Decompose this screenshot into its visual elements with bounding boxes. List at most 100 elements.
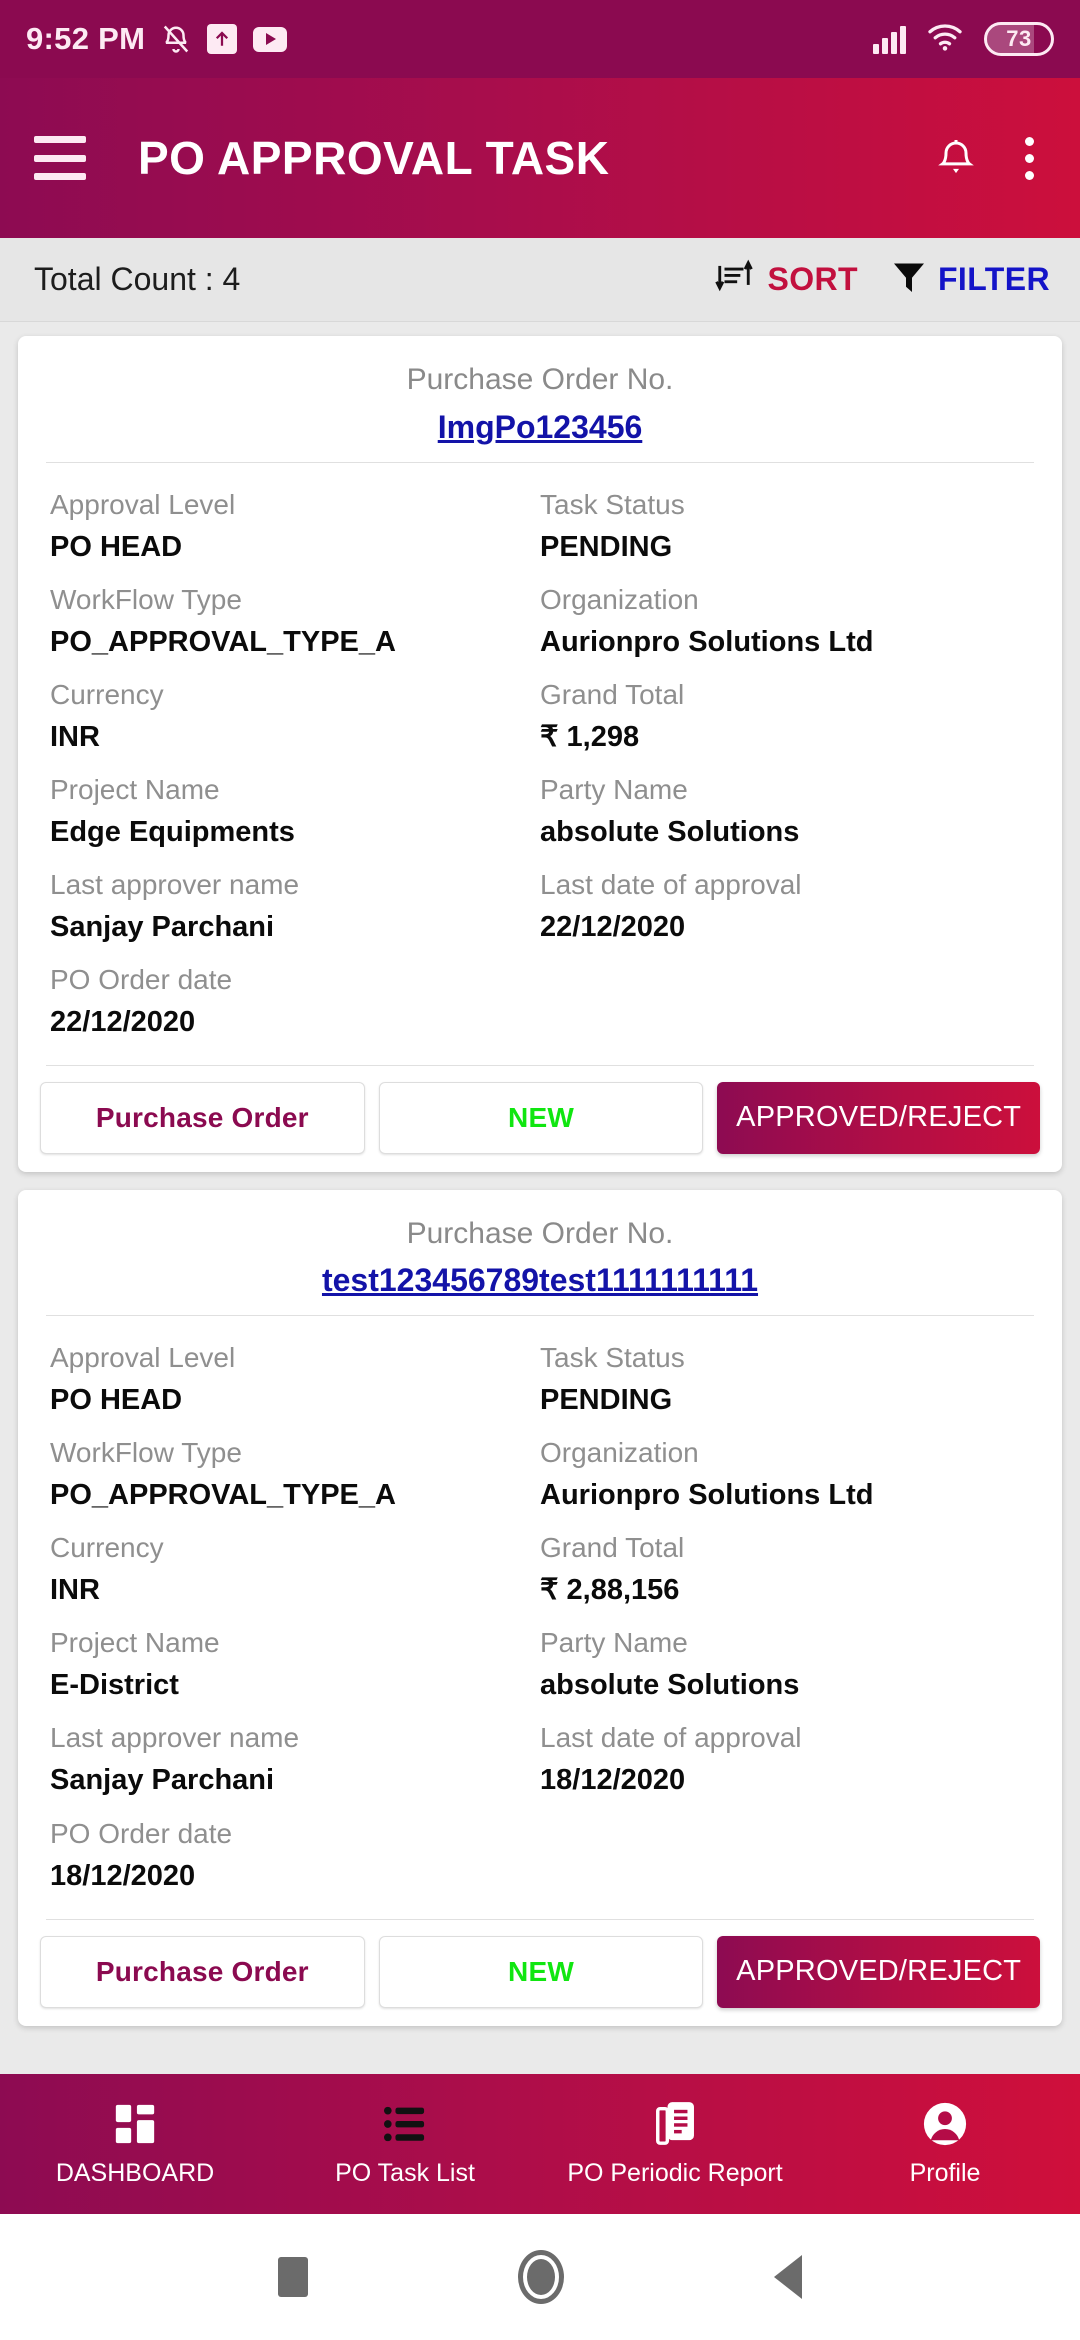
- field-value: PO HEAD: [50, 530, 183, 563]
- field-label: Project Name: [50, 1627, 220, 1659]
- field-label: Approval Level: [50, 1342, 236, 1374]
- battery-level-text: 73: [1006, 26, 1032, 51]
- field-currency: Currency INR: [50, 1520, 540, 1615]
- field-project-name: Project Name Edge Equipments: [50, 762, 540, 857]
- field-value: absolute Solutions: [540, 815, 800, 848]
- field-value: PO_APPROVAL_TYPE_A: [50, 625, 396, 658]
- po-task-card[interactable]: Purchase Order No. test123456789test1111…: [18, 1189, 1062, 2026]
- field-workflow-type: WorkFlow Type PO_APPROVAL_TYPE_A: [50, 572, 540, 667]
- field-label: Currency: [50, 678, 164, 710]
- field-currency: Currency INR: [50, 667, 540, 762]
- field-party-name: Party Name absolute Solutions: [540, 1615, 1030, 1710]
- field-row: Last approver name Sanjay Parchani Last …: [50, 857, 1030, 952]
- field-last-approver: Last approver name Sanjay Parchani: [50, 857, 540, 952]
- field-label: PO Order date: [50, 1817, 233, 1849]
- po-number-link[interactable]: test123456789test1111111111: [322, 1262, 758, 1299]
- upload-icon: [207, 24, 238, 54]
- field-value: E-District: [50, 1669, 179, 1702]
- field-value: PENDING: [540, 530, 673, 563]
- list-controls: SORT FILTER: [713, 258, 1050, 301]
- field-value: absolute Solutions: [540, 1669, 800, 1702]
- field-task-status: Task Status PENDING: [540, 477, 1030, 572]
- field-label: Organization: [540, 1437, 699, 1469]
- filter-button[interactable]: FILTER: [892, 259, 1050, 300]
- card-header: Purchase Order No. ImgPo123456: [18, 354, 1062, 462]
- field-label: Last date of approval: [540, 868, 802, 900]
- sort-icon: [713, 258, 755, 301]
- field-value: PENDING: [540, 1384, 673, 1417]
- total-count-label: Total Count : 4: [34, 261, 241, 297]
- mute-icon: [161, 23, 191, 55]
- field-label: Grand Total: [540, 678, 685, 710]
- status-bar: 9:52 PM 73: [0, 0, 1080, 78]
- nav-item-profile[interactable]: Profile: [810, 2101, 1080, 2188]
- nav-item-dashboard[interactable]: DASHBOARD: [0, 2101, 270, 2188]
- field-label: Last date of approval: [540, 1722, 802, 1754]
- field-label: Last approver name: [50, 1722, 300, 1754]
- nav-item-po-task-list[interactable]: PO Task List: [270, 2101, 540, 2188]
- field-last-approval-date: Last date of approval 18/12/2020: [540, 1710, 1030, 1805]
- po-task-card[interactable]: Purchase Order No. ImgPo123456 Approval …: [18, 336, 1062, 1172]
- field-value: Sanjay Parchani: [50, 1764, 275, 1797]
- field-value: ₹ 2,88,156: [540, 1574, 680, 1607]
- field-label: Approval Level: [50, 488, 236, 520]
- field-grand-total: Grand Total ₹ 1,298: [540, 667, 1030, 762]
- phone-screen: 9:52 PM 73 PO APPROVAL TASK Total Count …: [0, 0, 1080, 2340]
- task-list-scroll-area[interactable]: Purchase Order No. ImgPo123456 Approval …: [0, 322, 1080, 2074]
- po-number-label: Purchase Order No.: [406, 1216, 674, 1250]
- field-value: PO_APPROVAL_TYPE_A: [50, 1479, 396, 1512]
- field-value: INR: [50, 1574, 100, 1607]
- sort-button[interactable]: SORT: [713, 258, 858, 301]
- card-header: Purchase Order No. test123456789test1111…: [18, 1208, 1062, 1316]
- field-label: Task Status: [540, 1342, 685, 1374]
- field-label: Currency: [50, 1532, 164, 1564]
- field-value: Aurionpro Solutions Ltd: [540, 625, 874, 658]
- page-title: PO APPROVAL TASK: [138, 132, 610, 184]
- field-row: Last approver name Sanjay Parchani Last …: [50, 1710, 1030, 1805]
- field-label: Organization: [540, 583, 699, 615]
- field-grand-total: Grand Total ₹ 2,88,156: [540, 1520, 1030, 1615]
- field-label: PO Order date: [50, 963, 233, 995]
- po-number-link[interactable]: ImgPo123456: [438, 409, 643, 446]
- filter-icon: [892, 259, 926, 300]
- field-row: Currency INR Grand Total ₹ 1,298: [50, 667, 1030, 762]
- approve-reject-button[interactable]: APPROVED/REJECT: [717, 1935, 1041, 2008]
- hamburger-icon[interactable]: [34, 136, 86, 180]
- new-status-button[interactable]: NEW: [378, 1935, 704, 2008]
- field-value: 22/12/2020: [540, 910, 686, 943]
- recents-square-icon[interactable]: [278, 2257, 308, 2297]
- bell-icon[interactable]: [936, 135, 976, 181]
- app-bar-actions: [936, 135, 1046, 181]
- field-value: 18/12/2020: [50, 1859, 196, 1892]
- battery-icon: 73: [984, 22, 1054, 56]
- nav-item-po-periodic-report[interactable]: PO Periodic Report: [540, 2101, 810, 2188]
- field-row: PO Order date 18/12/2020: [50, 1806, 1030, 1901]
- status-bar-clock: 9:52 PM: [26, 21, 146, 56]
- field-organization: Organization Aurionpro Solutions Ltd: [540, 1425, 1030, 1520]
- person-icon: [922, 2101, 968, 2147]
- purchase-order-button[interactable]: Purchase Order: [40, 1935, 365, 2008]
- back-triangle-icon[interactable]: [774, 2255, 802, 2299]
- field-empty: [540, 1806, 1030, 1901]
- field-row: Approval Level PO HEAD Task Status PENDI…: [50, 477, 1030, 572]
- field-organization: Organization Aurionpro Solutions Ltd: [540, 572, 1030, 667]
- purchase-order-button[interactable]: Purchase Order: [40, 1081, 365, 1154]
- field-row: WorkFlow Type PO_APPROVAL_TYPE_A Organiz…: [50, 1425, 1030, 1520]
- kebab-menu-icon[interactable]: [1022, 136, 1036, 180]
- approve-reject-button[interactable]: APPROVED/REJECT: [717, 1081, 1041, 1154]
- status-bar-left: 9:52 PM: [26, 21, 288, 57]
- field-workflow-type: WorkFlow Type PO_APPROVAL_TYPE_A: [50, 1425, 540, 1520]
- field-value: Aurionpro Solutions Ltd: [540, 1479, 874, 1512]
- field-empty: [540, 952, 1030, 1047]
- home-circle-icon[interactable]: [518, 2250, 564, 2304]
- new-status-button[interactable]: NEW: [378, 1081, 704, 1154]
- field-label: Last approver name: [50, 868, 300, 900]
- nav-label: DASHBOARD: [55, 2158, 215, 2187]
- dashboard-grid-icon: [112, 2101, 158, 2147]
- nav-label: PO Periodic Report: [567, 2158, 783, 2187]
- nav-label: Profile: [909, 2158, 981, 2187]
- field-value: 18/12/2020: [540, 1764, 686, 1797]
- field-last-approval-date: Last date of approval 22/12/2020: [540, 857, 1030, 952]
- field-value: INR: [50, 720, 100, 753]
- youtube-icon: [253, 26, 288, 52]
